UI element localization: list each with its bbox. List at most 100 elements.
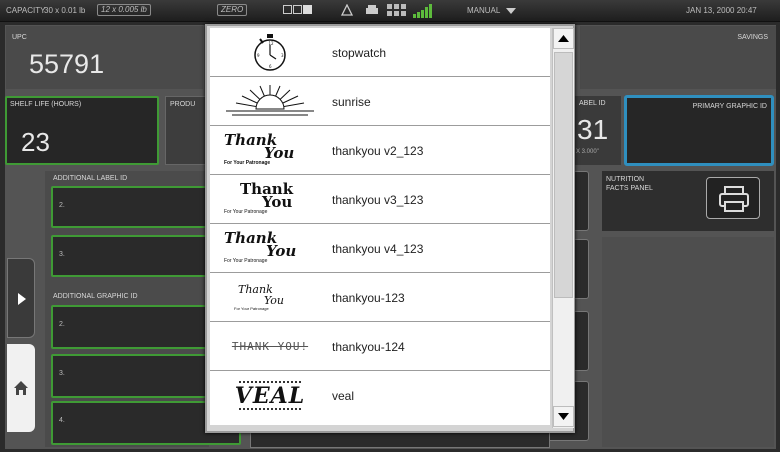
graphic-name: thankyou-123 [332, 291, 405, 305]
svg-text:12: 12 [269, 41, 275, 46]
primary-graphic-field[interactable]: PRIMARY GRAPHIC ID [624, 95, 774, 166]
sunrise-icon [226, 85, 314, 116]
additional-label-field-2[interactable]: 2. [51, 186, 209, 228]
right-empty-panel [602, 237, 774, 447]
list-item[interactable]: sunrise [210, 77, 550, 126]
increment-value: 12 x 0.005 lb [97, 4, 151, 16]
additional-graphic-label: ADDITIONAL GRAPHIC ID [53, 293, 138, 300]
field-number: 3. [59, 370, 65, 377]
graphic-name: stopwatch [332, 46, 387, 60]
graphic-name: thankyou v4_123 [332, 242, 424, 256]
datetime: JAN 13, 2000 20:47 [686, 6, 757, 15]
chevron-down-icon [506, 7, 517, 14]
thumb-text: You [264, 144, 295, 162]
graphic-name: thankyou v3_123 [332, 193, 424, 207]
capacity-label: CAPACITY [6, 6, 46, 15]
thumb-caption: For Your Patronage [234, 305, 269, 311]
field-number: 4. [59, 417, 65, 424]
arrow-up-icon [558, 35, 569, 42]
thumb-text: You [262, 193, 293, 211]
additional-graphic-panel: ADDITIONAL GRAPHIC ID 2. 3. 4. [45, 289, 241, 447]
field-number: 2. [59, 202, 65, 209]
thankyou-v3-thumbnail: Thank You For Your Patronage [218, 177, 322, 221]
list-item[interactable]: VEAL veal [210, 371, 550, 420]
printer-icon [719, 186, 749, 212]
upc-label: UPC [12, 34, 27, 41]
warning-icon [340, 3, 354, 18]
thankyou-v2-thumbnail: Thank You For Your Patronage [218, 128, 322, 172]
additional-label-label: ADDITIONAL LABEL ID [53, 175, 128, 182]
graphic-picker-dialog: 12 3 6 9 stopwatch sunrise Thank You For… [205, 24, 575, 433]
graphic-name: veal [332, 389, 355, 403]
list-item[interactable]: Thank You For Your Patronage thankyou v3… [210, 175, 550, 224]
thumb-text: THANK YOU! [231, 339, 309, 353]
nutrition-facts-panel[interactable]: NUTRITION FACTS PANEL [602, 171, 774, 231]
list-item[interactable]: THANK YOU! thankyou-124 [210, 322, 550, 371]
label-id-value: 31 [577, 114, 609, 145]
upc-value: 55791 [29, 49, 105, 79]
thumb-text: Thank [238, 282, 273, 296]
list-item[interactable]: Thank You For Your Patronage thankyou-12… [210, 273, 550, 322]
scrollbar-thumb[interactable] [554, 52, 573, 298]
thankyou-123-thumbnail: Thank You For Your Patronage [218, 275, 322, 319]
tare-indicator-icon [283, 5, 312, 16]
thankyou-124-thumbnail: THANK YOU! [218, 324, 322, 368]
thankyou-v4-thumbnail: Thank You For Your Patronage [218, 226, 322, 270]
printer-status-icon [365, 4, 379, 18]
stopwatch-icon: 12 3 6 9 [254, 34, 286, 71]
shelf-life-field[interactable]: SHELF LIFE (HOURS) 23 [5, 96, 159, 165]
graphic-list[interactable]: 12 3 6 9 stopwatch sunrise Thank You For… [210, 28, 550, 425]
sunrise-thumbnail [218, 79, 322, 123]
primary-graphic-label: PRIMARY GRAPHIC ID [692, 103, 767, 110]
print-button[interactable] [706, 177, 760, 219]
thumb-border-bottom [239, 407, 301, 410]
mode-dropdown[interactable]: MANUAL [467, 6, 517, 15]
savings-label: SAVINGS [737, 34, 768, 41]
thumb-text: You [266, 242, 297, 260]
graphic-name: thankyou v2_123 [332, 144, 424, 158]
field-number: 3. [59, 251, 65, 258]
scroll-up-button[interactable] [553, 28, 574, 49]
stopwatch-thumbnail: 12 3 6 9 [218, 30, 322, 74]
signal-strength-icon [413, 4, 433, 20]
shelf-life-value: 23 [21, 127, 50, 157]
expand-panel-tab[interactable] [7, 258, 35, 338]
thumb-caption: For Your Patronage [224, 258, 268, 264]
svg-text:3: 3 [281, 53, 284, 58]
chevron-right-icon [18, 293, 26, 305]
label-size: x 3.000" [576, 149, 599, 155]
svg-text:9: 9 [257, 53, 260, 58]
product-label: PRODU [170, 101, 196, 108]
thumb-text: VEAL [234, 382, 306, 409]
additional-label-panel: ADDITIONAL LABEL ID 2. 3. [45, 171, 209, 290]
list-item[interactable]: Thank You For Your Patronage thankyou v2… [210, 126, 550, 175]
label-id-field[interactable]: ABEL ID 31 x 3.000" [573, 96, 621, 165]
list-item[interactable]: Thank You For Your Patronage thankyou v4… [210, 224, 550, 273]
label-id-label: ABEL ID [579, 100, 606, 107]
scroll-down-button[interactable] [553, 406, 574, 427]
network-grid-icon [387, 4, 407, 18]
svg-text:6: 6 [269, 64, 272, 69]
thumb-text: You [264, 293, 285, 307]
thumb-caption: For Your Patronage [224, 160, 271, 166]
home-tab[interactable] [7, 344, 35, 432]
nutrition-label: NUTRITION FACTS PANEL [606, 176, 653, 192]
graphic-name: sunrise [332, 95, 371, 109]
savings-panel[interactable]: SAVINGS [580, 26, 776, 89]
veal-thumbnail: VEAL [218, 373, 322, 417]
additional-label-field-3[interactable]: 3. [51, 235, 209, 277]
list-scrollbar[interactable] [552, 28, 574, 428]
shelf-life-label: SHELF LIFE (HOURS) [10, 101, 82, 108]
status-bar: CAPACITY 30 x 0.01 lb 12 x 0.005 lb ZERO… [0, 0, 780, 22]
field-number: 2. [59, 321, 65, 328]
upc-panel[interactable]: UPC 55791 [6, 26, 203, 89]
home-icon [14, 381, 28, 395]
product-field[interactable]: PRODU [165, 96, 209, 165]
list-item[interactable]: 12 3 6 9 stopwatch [210, 28, 550, 77]
capacity-value: 30 x 0.01 lb [44, 6, 86, 15]
mode-label: MANUAL [467, 6, 501, 15]
thumb-caption: For Your Patronage [224, 209, 268, 215]
arrow-down-icon [558, 413, 569, 420]
graphic-name: thankyou-124 [332, 340, 405, 354]
zero-indicator: ZERO [217, 4, 248, 16]
